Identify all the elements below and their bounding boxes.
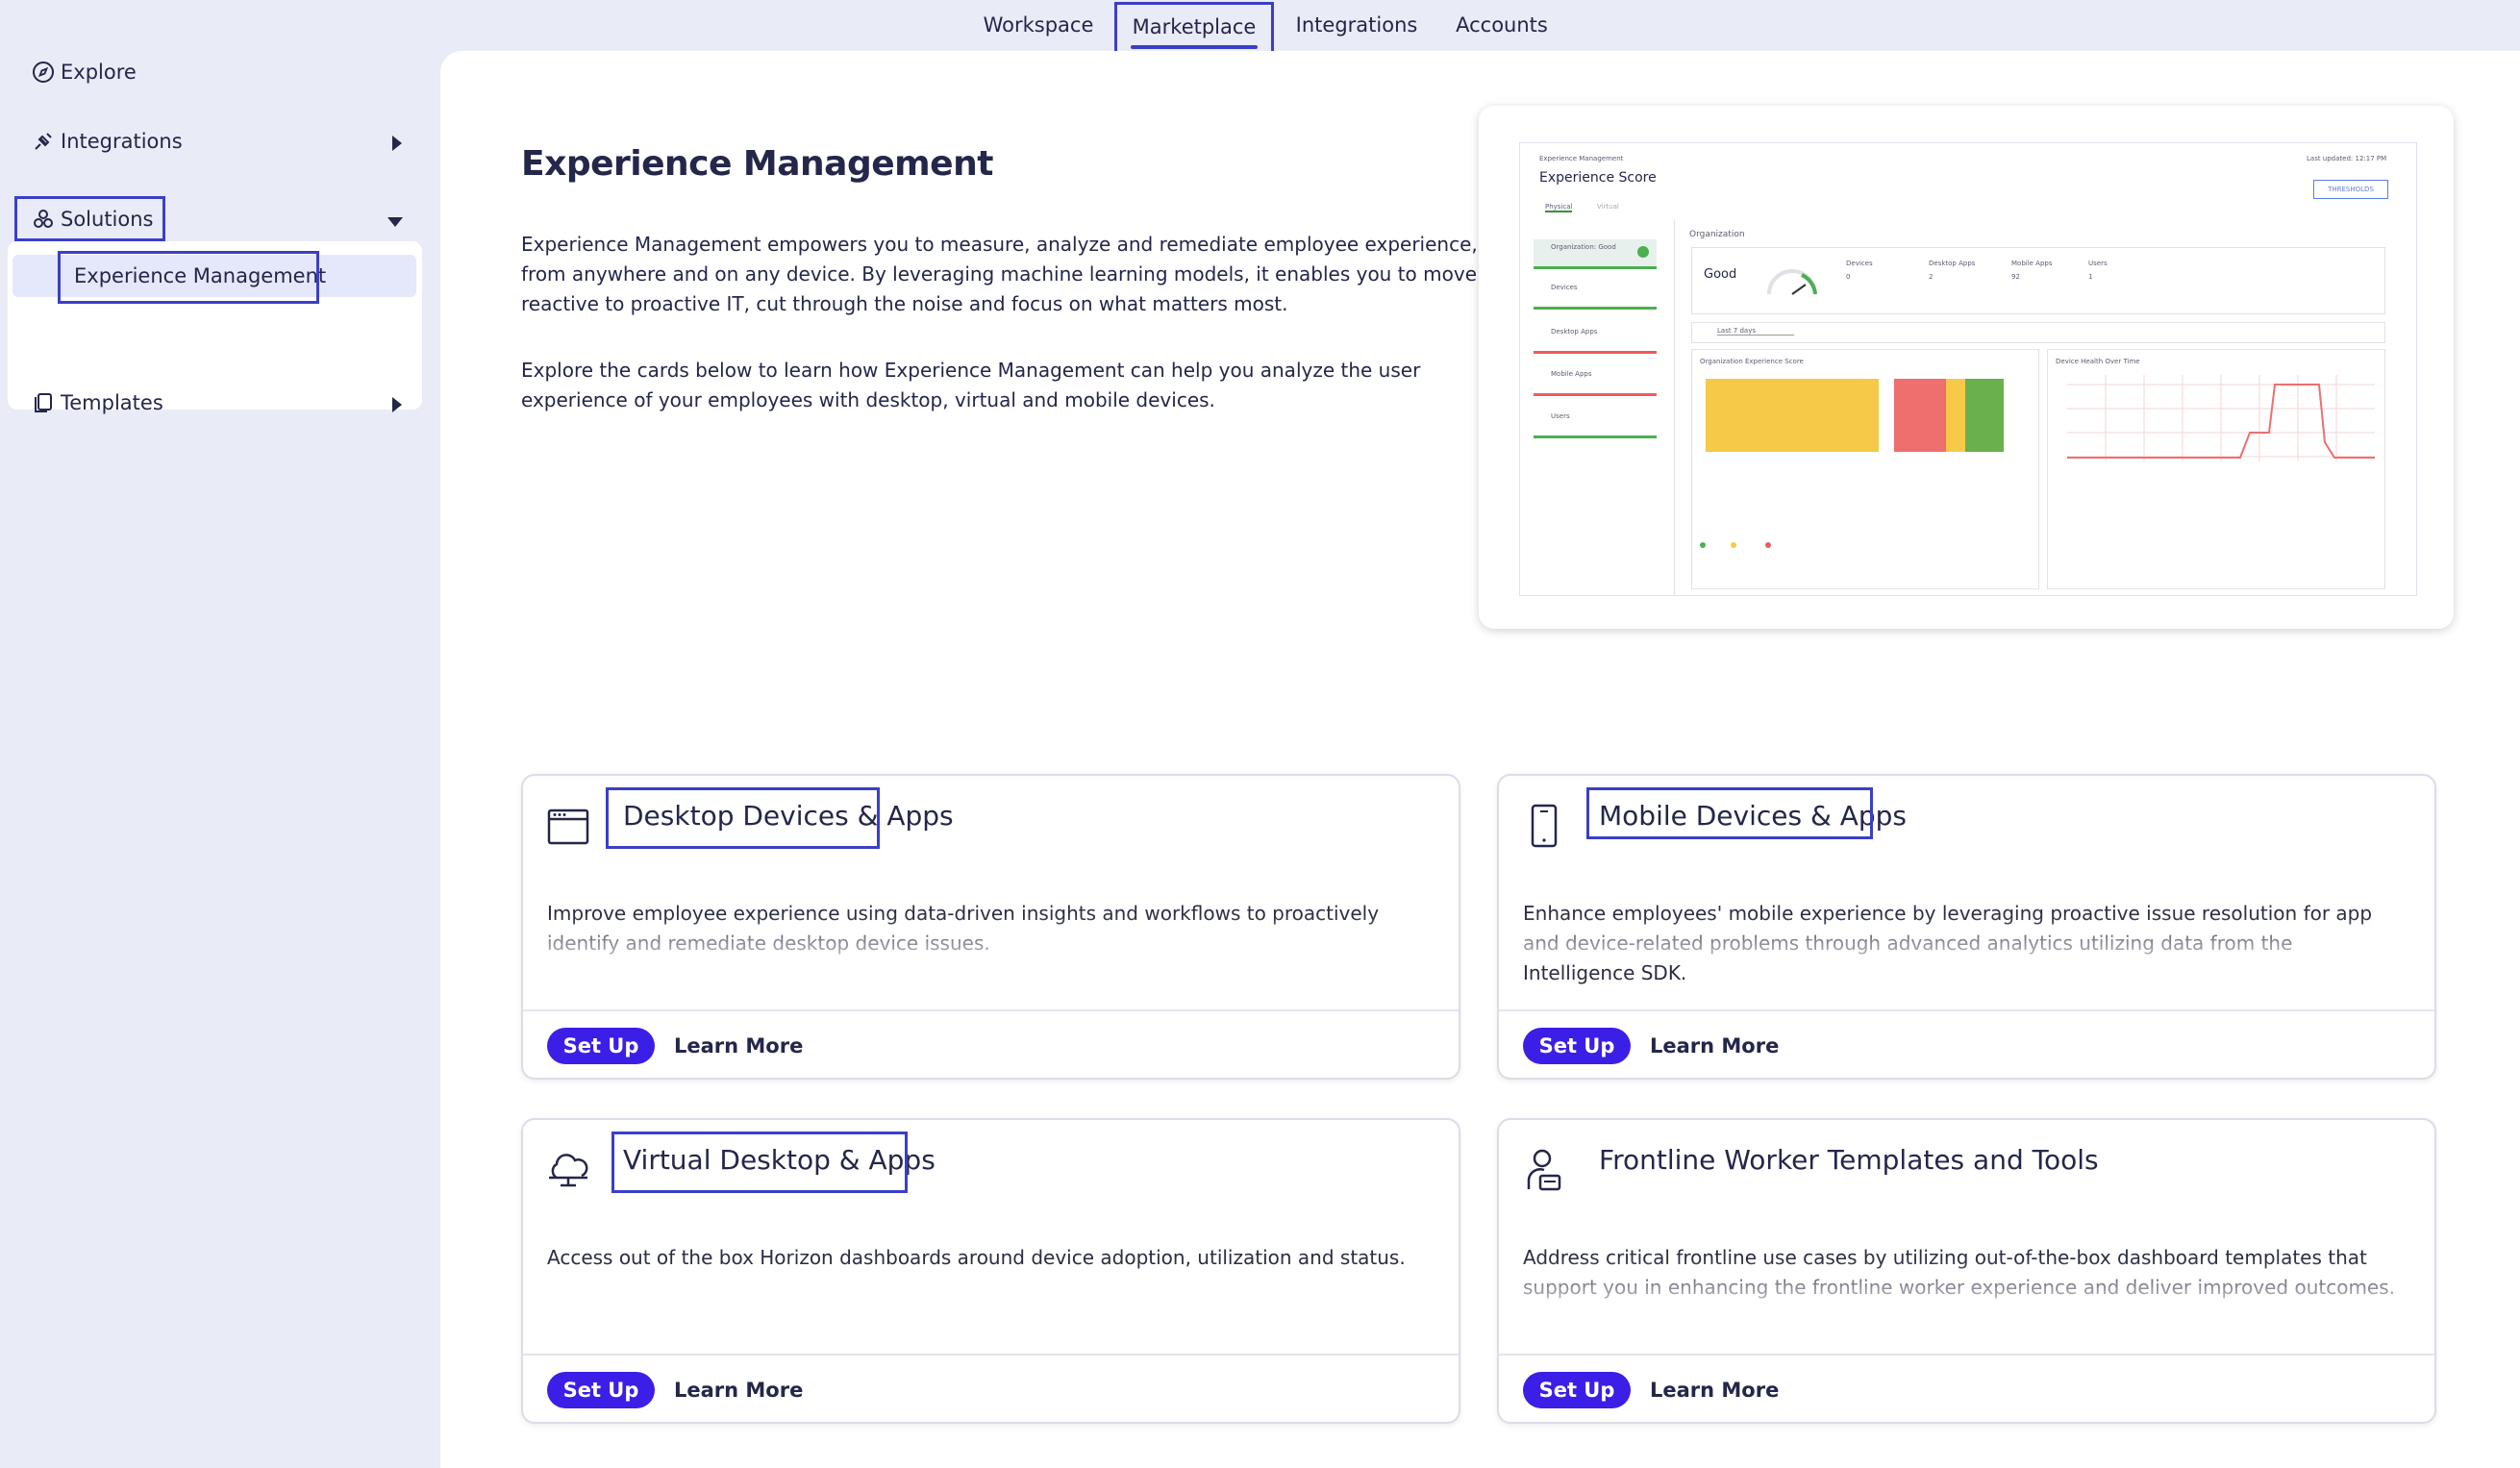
- gauge-icon: [1767, 269, 1817, 295]
- plug-icon: [32, 130, 55, 153]
- setup-button[interactable]: Set Up: [1523, 1372, 1631, 1408]
- page-title: Experience Management: [521, 144, 993, 184]
- mobile-phone-icon: [1531, 804, 1558, 848]
- frontline-worker-icon: [1527, 1149, 1561, 1191]
- card-description: Access out of the box Horizon dashboards…: [547, 1246, 1406, 1269]
- preview-left-list: Organization: Good Devices Desktop Apps …: [1520, 220, 1675, 595]
- preview-frame: Experience Management Experience Score L…: [1519, 142, 2417, 596]
- thresholds-button[interactable]: THRESHOLDS: [2313, 180, 2388, 199]
- learn-more-link[interactable]: Learn More: [1650, 1028, 1779, 1064]
- highlight-box: [606, 787, 880, 849]
- preview-chart-health: Device Health Over Time: [2047, 349, 2385, 589]
- sidebar-item-templates[interactable]: Templates: [32, 391, 163, 414]
- intro-line: reactive to proactive IT, cut through th…: [521, 292, 1288, 315]
- tab-accounts[interactable]: Accounts: [1445, 0, 1559, 51]
- sidebar-item-label: Explore: [61, 61, 137, 84]
- setup-button[interactable]: Set Up: [547, 1372, 655, 1408]
- preview-updated: Last updated: 12:17 PM: [2307, 155, 2387, 162]
- tab-workspace[interactable]: Workspace: [971, 0, 1106, 51]
- learn-more-link[interactable]: Learn More: [674, 1372, 803, 1408]
- intro-line: Experience Management empowers you to me…: [521, 233, 1478, 256]
- preview-org-label: Organization: [1689, 230, 1745, 239]
- sidebar-item-explore[interactable]: Explore: [32, 61, 137, 84]
- explore-line: Explore the cards below to learn how Exp…: [521, 359, 1421, 382]
- preview-chart-score: Organization Experience Score: [1691, 349, 2039, 589]
- top-nav: Workspace Marketplace Integrations Accou…: [0, 0, 2520, 60]
- desktop-window-icon: [547, 809, 589, 845]
- templates-icon: [32, 391, 55, 414]
- tab-integrations[interactable]: Integrations: [1288, 0, 1425, 51]
- list-item: Devices: [1534, 280, 1657, 310]
- chevron-down-icon[interactable]: [387, 217, 403, 227]
- score-bar-bad: [1894, 379, 1946, 452]
- list-item: Organization: Good: [1534, 239, 1657, 269]
- cloud-desktop-icon: [549, 1154, 588, 1187]
- sidebar-item-label: Integrations: [61, 130, 183, 153]
- preview-title: Experience Score: [1539, 170, 1657, 186]
- card-mobile-devices: Mobile Devices & Apps Enhance employees'…: [1497, 774, 2436, 1080]
- setup-button[interactable]: Set Up: [547, 1028, 655, 1064]
- highlight-box: [14, 196, 165, 241]
- list-item: Desktop Apps: [1534, 324, 1657, 354]
- explore-line: experience of your employees with deskto…: [521, 388, 1215, 411]
- list-item: Users: [1534, 409, 1657, 438]
- setup-button[interactable]: Set Up: [1523, 1028, 1631, 1064]
- score-bar-good: [1706, 379, 1879, 452]
- range-select[interactable]: Last 7 days: [1717, 327, 1794, 336]
- learn-more-link[interactable]: Learn More: [1650, 1372, 1779, 1408]
- chevron-right-icon[interactable]: [392, 136, 402, 151]
- chevron-right-icon[interactable]: [392, 397, 402, 412]
- preview-range-bar: Last 7 days: [1691, 322, 2385, 343]
- intro-line: from anywhere and on any device. By leve…: [521, 262, 1528, 286]
- card-title: Frontline Worker Templates and Tools: [1599, 1144, 2099, 1176]
- sidebar-item-integrations[interactable]: Integrations: [32, 130, 183, 153]
- sidebar-item-label: Templates: [61, 391, 163, 414]
- preview-tab-physical[interactable]: Physical: [1545, 203, 1573, 212]
- compass-icon: [32, 61, 55, 84]
- preview-breadcrumb: Experience Management: [1539, 155, 1624, 162]
- highlight-box: [1586, 787, 1873, 839]
- check-icon: [1637, 246, 1649, 258]
- health-line-chart: [2067, 375, 2375, 461]
- preview-org-summary: Good Devices 0 Desktop Apps 2 Mobile Apps 9…: [1691, 247, 2385, 314]
- card-frontline-worker: Frontline Worker Templates and Tools Add…: [1497, 1118, 2436, 1424]
- score-bar-ok: [1965, 379, 2004, 452]
- highlight-box: [58, 251, 319, 304]
- preview-tab-virtual[interactable]: Virtual: [1597, 203, 1619, 211]
- sidebar: Explore Integrations Solutions Experienc…: [0, 51, 440, 1468]
- highlight-box: [611, 1132, 908, 1193]
- card-virtual-desktop: Virtual Desktop & Apps Access out of the…: [521, 1118, 1460, 1424]
- list-item: Mobile Apps: [1534, 366, 1657, 396]
- score-bar-mid: [1946, 379, 1965, 452]
- card-desktop-devices: Desktop Devices & Apps Improve employee …: [521, 774, 1460, 1080]
- experience-score-preview: Experience Management Experience Score L…: [1479, 106, 2454, 629]
- learn-more-link[interactable]: Learn More: [674, 1028, 803, 1064]
